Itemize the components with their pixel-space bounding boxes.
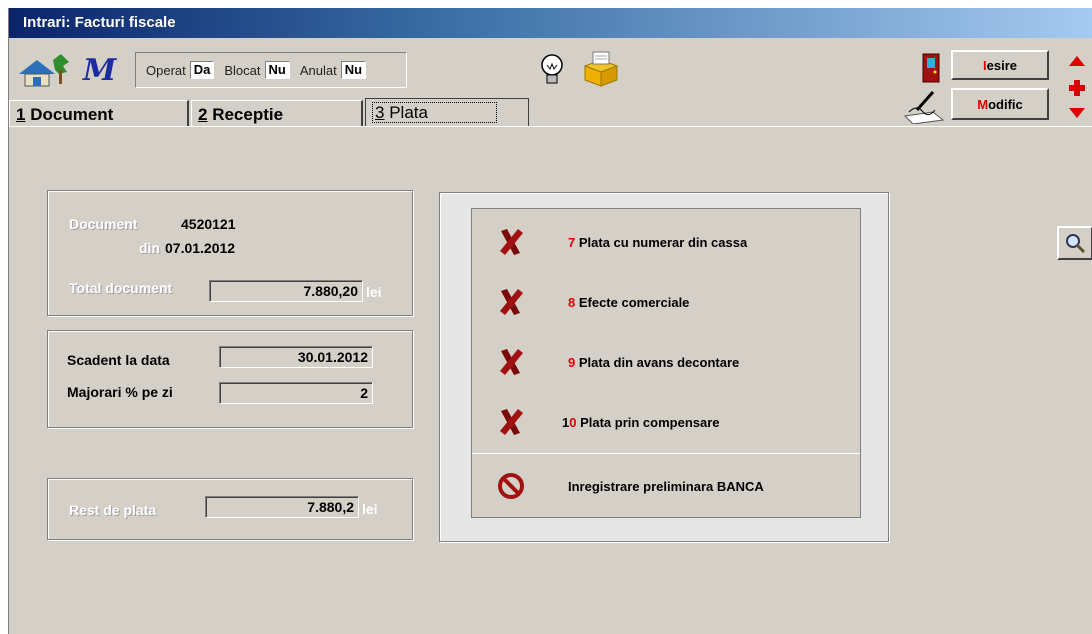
tab-document-label: Document	[30, 105, 114, 124]
din-label: din	[139, 240, 160, 256]
pen-edit-icon[interactable]	[903, 88, 947, 125]
total-currency: lei	[366, 284, 382, 300]
majorari-field[interactable]: 2	[219, 382, 373, 404]
tab-divider	[9, 126, 1092, 127]
scadent-field[interactable]: 30.01.2012	[219, 346, 373, 368]
red-x-icon	[500, 229, 523, 255]
search-button[interactable]	[1057, 226, 1092, 260]
payment-separator	[472, 453, 860, 454]
home-icon[interactable]	[15, 52, 75, 88]
payment-option-label: 8 Efecte comerciale	[568, 295, 690, 310]
app-window: Intrari: Facturi fiscale M Operat Da Blo…	[8, 8, 1092, 634]
tab-plata-label: Plata	[389, 103, 428, 122]
payment-option-numerar[interactable]: 7 Plata cu numerar din cassa	[472, 213, 860, 273]
m-logo-icon[interactable]: M	[81, 53, 125, 88]
exit-door-icon[interactable]	[921, 52, 941, 84]
anulat-label: Anulat	[299, 62, 337, 78]
rest-label: Rest de plata	[69, 502, 157, 518]
red-x-icon	[500, 289, 523, 315]
tab-plata[interactable]: 3 Plata	[365, 98, 529, 127]
arrow-up-icon[interactable]	[1067, 54, 1087, 68]
payment-option-banca[interactable]: Inregistrare preliminara BANCA	[472, 457, 860, 517]
payment-option-label: 10 Plata prin compensare	[562, 415, 720, 430]
iesire-label: esire	[986, 57, 1017, 73]
rest-field: 7.880,2	[205, 496, 359, 518]
print-box-icon[interactable]	[581, 50, 621, 88]
blocat-value: Nu	[264, 61, 290, 79]
anulat-value: Nu	[340, 61, 367, 79]
payment-option-compensare[interactable]: 10 Plata prin compensare	[472, 393, 860, 453]
rest-currency: lei	[362, 501, 378, 517]
modific-button[interactable]: Modific	[951, 88, 1049, 120]
payment-option-efecte[interactable]: 8 Efecte comerciale	[472, 273, 860, 333]
red-x-icon	[500, 349, 523, 375]
blocat-label: Blocat	[224, 62, 261, 78]
tab-receptie[interactable]: 2 Receptie	[191, 100, 363, 127]
payment-option-label: 7 Plata cu numerar din cassa	[568, 235, 748, 250]
payment-options-list: 7 Plata cu numerar din cassa 8 Efecte co…	[471, 208, 861, 518]
tab-document[interactable]: 1 Document	[9, 100, 189, 127]
arrow-down-icon[interactable]	[1067, 106, 1087, 120]
tab-plata-num: 3	[375, 103, 385, 122]
title-bar: Intrari: Facturi fiscale	[9, 8, 1092, 38]
payment-option-label: Inregistrare preliminara BANCA	[568, 479, 764, 494]
red-x-icon	[500, 409, 523, 435]
lightbulb-icon[interactable]	[537, 52, 567, 88]
tab-receptie-label: Receptie	[212, 105, 284, 124]
modific-label: odific	[988, 96, 1023, 112]
svg-text:M: M	[82, 54, 117, 86]
majorari-label: Majorari % pe zi	[67, 384, 173, 400]
tab-receptie-num: 2	[198, 105, 208, 124]
status-flags: Operat Da Blocat Nu Anulat Nu	[135, 52, 407, 88]
document-date: 07.01.2012	[165, 240, 236, 256]
operat-label: Operat	[146, 62, 186, 78]
iesire-button[interactable]: Iesire	[951, 50, 1049, 80]
modific-hotkey: M	[977, 96, 989, 112]
document-number: 4520121	[181, 216, 236, 232]
total-document-field: 7.880,20	[209, 280, 363, 302]
operat-value: Da	[189, 61, 215, 79]
window-title: Intrari: Facturi fiscale	[23, 14, 176, 31]
payment-option-avans[interactable]: 9 Plata din avans decontare	[472, 333, 860, 393]
prohibited-icon	[498, 473, 524, 499]
magnifier-icon	[1066, 234, 1086, 254]
plus-icon[interactable]	[1067, 78, 1087, 98]
payment-option-label: 9 Plata din avans decontare	[568, 355, 740, 370]
total-document-label: Total document	[69, 280, 173, 296]
scadent-group	[47, 330, 413, 428]
document-label: Document	[69, 216, 138, 232]
scadent-label: Scadent la data	[67, 352, 170, 368]
tab-document-num: 1	[16, 105, 26, 124]
